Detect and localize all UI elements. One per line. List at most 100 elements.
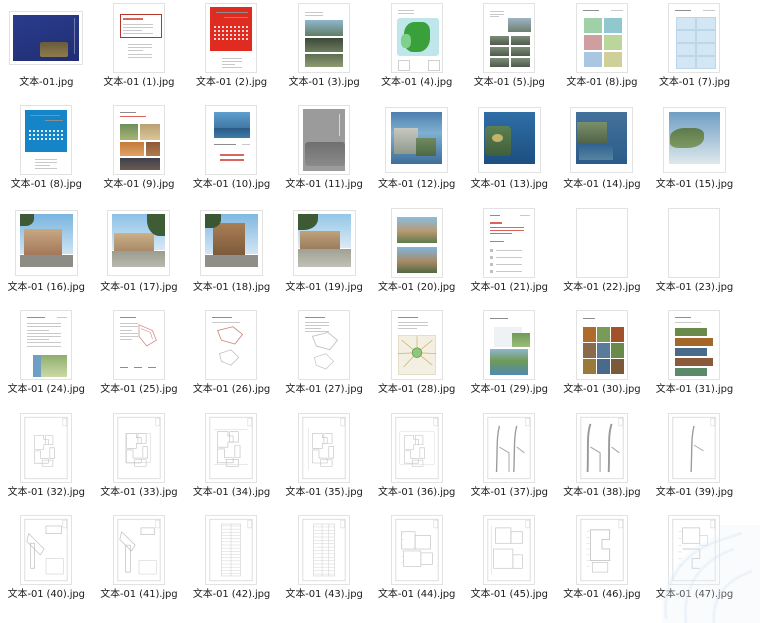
- file-item[interactable]: 文本-01 (9).jpg: [93, 102, 186, 204]
- file-item[interactable]: 文本-01 (30).jpg: [556, 307, 649, 409]
- file-item[interactable]: 文本-01 (8).jpg: [0, 102, 93, 204]
- file-thumbnail[interactable]: [565, 3, 639, 73]
- file-thumbnail[interactable]: [380, 514, 454, 585]
- file-item[interactable]: 文本-01 (20).jpg: [370, 205, 463, 307]
- file-thumbnail[interactable]: [657, 105, 731, 175]
- file-thumbnail[interactable]: [9, 3, 84, 73]
- file-thumbnail[interactable]: [102, 310, 176, 381]
- file-item[interactable]: 文本-01 (4).jpg: [370, 0, 463, 102]
- file-thumbnail[interactable]: [9, 105, 83, 176]
- file-item[interactable]: 文本-01 (25).jpg: [93, 307, 186, 409]
- file-item[interactable]: 文本-01 (7).jpg: [648, 0, 741, 102]
- file-item[interactable]: 文本-01 (2).jpg: [185, 0, 278, 102]
- file-item[interactable]: 文本-01 (10).jpg: [185, 102, 278, 204]
- file-thumbnail[interactable]: [102, 208, 176, 278]
- file-thumbnail[interactable]: [287, 310, 361, 381]
- file-item[interactable]: 文本-01 (11).jpg: [278, 102, 371, 204]
- file-thumbnail[interactable]: [194, 514, 268, 585]
- file-thumbnail[interactable]: [194, 105, 268, 176]
- file-thumbnail[interactable]: [472, 514, 546, 585]
- file-item[interactable]: 文本-01 (3).jpg: [278, 0, 371, 102]
- file-item[interactable]: 文本-01 (12).jpg: [370, 102, 463, 204]
- file-thumbnail[interactable]: [102, 105, 176, 176]
- file-item[interactable]: 文本-01 (45).jpg: [463, 512, 556, 614]
- file-item[interactable]: 文本-01 (31).jpg: [648, 307, 741, 409]
- file-item[interactable]: 文本-01 (23).jpg: [648, 205, 741, 307]
- file-item[interactable]: 文本-01 (33).jpg: [93, 410, 186, 512]
- file-item[interactable]: 文本-01 (17).jpg: [93, 205, 186, 307]
- file-item[interactable]: 文本-01 (39).jpg: [648, 410, 741, 512]
- file-thumbnail[interactable]: [472, 105, 546, 175]
- file-thumbnail[interactable]: [287, 105, 361, 176]
- file-item[interactable]: 文本-01 (15).jpg: [648, 102, 741, 204]
- file-item[interactable]: 文本-01 (18).jpg: [185, 205, 278, 307]
- file-thumbnail[interactable]: [9, 514, 83, 585]
- file-thumbnail[interactable]: [565, 207, 639, 278]
- file-item[interactable]: 文本-01 (13).jpg: [463, 102, 556, 204]
- file-thumbnail[interactable]: [194, 3, 268, 73]
- file-thumbnail[interactable]: [657, 207, 731, 278]
- file-thumbnail[interactable]: [287, 208, 361, 278]
- file-item[interactable]: 文本-01 (34).jpg: [185, 410, 278, 512]
- thumbnail-preview: [668, 310, 721, 381]
- file-thumbnail[interactable]: [472, 207, 546, 278]
- file-thumbnail[interactable]: [380, 310, 454, 381]
- file-thumbnail[interactable]: [380, 207, 454, 278]
- file-thumbnail[interactable]: [380, 105, 454, 175]
- file-thumbnail[interactable]: [287, 412, 361, 483]
- file-thumbnail[interactable]: [565, 105, 639, 175]
- file-thumbnail[interactable]: [9, 412, 83, 483]
- file-item[interactable]: 文本-01 (27).jpg: [278, 307, 371, 409]
- file-name-label: 文本-01 (29).jpg: [470, 384, 548, 396]
- file-item[interactable]: 文本-01 (21).jpg: [463, 205, 556, 307]
- file-item[interactable]: 文本-01 (47).jpg: [648, 512, 741, 614]
- file-item[interactable]: 文本-01 (24).jpg: [0, 307, 93, 409]
- file-thumbnail[interactable]: [9, 310, 83, 381]
- file-item[interactable]: 文本-01 (28).jpg: [370, 307, 463, 409]
- file-thumbnail[interactable]: [194, 310, 268, 381]
- file-thumbnail[interactable]: [194, 208, 268, 278]
- file-item[interactable]: 文本-01 (14).jpg: [556, 102, 649, 204]
- file-item[interactable]: 文本-01 (26).jpg: [185, 307, 278, 409]
- file-item[interactable]: 文本-01 (29).jpg: [463, 307, 556, 409]
- file-thumbnail[interactable]: [657, 310, 731, 381]
- file-item[interactable]: 文本-01 (38).jpg: [556, 410, 649, 512]
- file-thumbnail[interactable]: [9, 208, 83, 278]
- file-thumbnail[interactable]: [102, 3, 176, 73]
- file-thumbnail[interactable]: [565, 514, 639, 585]
- thumbnail-preview: [298, 105, 351, 176]
- file-item[interactable]: 文本-01 (22).jpg: [556, 205, 649, 307]
- file-item[interactable]: 文本-01 (46).jpg: [556, 512, 649, 614]
- file-thumbnail[interactable]: [102, 412, 176, 483]
- file-item[interactable]: 文本-01 (1).jpg: [93, 0, 186, 102]
- file-item[interactable]: 文本-01 (42).jpg: [185, 512, 278, 614]
- file-item[interactable]: 文本-01 (19).jpg: [278, 205, 371, 307]
- file-thumbnail[interactable]: [380, 412, 454, 483]
- file-thumbnail[interactable]: [194, 412, 268, 483]
- file-item[interactable]: 文本-01 (8).jpg: [556, 0, 649, 102]
- file-name-label: 文本-01 (10).jpg: [192, 179, 271, 191]
- file-item[interactable]: 文本-01 (16).jpg: [0, 205, 93, 307]
- file-thumbnail[interactable]: [472, 310, 546, 381]
- file-thumbnail[interactable]: [565, 412, 639, 483]
- file-item[interactable]: 文本-01 (32).jpg: [0, 410, 93, 512]
- file-thumbnail[interactable]: [657, 514, 731, 585]
- file-item[interactable]: 文本-01 (41).jpg: [93, 512, 186, 614]
- file-thumbnail[interactable]: [472, 412, 546, 483]
- file-item[interactable]: 文本-01 (35).jpg: [278, 410, 371, 512]
- file-thumbnail[interactable]: [472, 3, 546, 73]
- file-item[interactable]: 文本-01 (36).jpg: [370, 410, 463, 512]
- file-item[interactable]: 文本-01 (40).jpg: [0, 512, 93, 614]
- file-item[interactable]: 文本-01 (44).jpg: [370, 512, 463, 614]
- file-thumbnail[interactable]: [287, 514, 361, 585]
- file-thumbnail[interactable]: [565, 310, 639, 381]
- file-thumbnail[interactable]: [657, 412, 731, 483]
- file-thumbnail[interactable]: [657, 3, 731, 73]
- file-thumbnail[interactable]: [102, 514, 176, 585]
- file-item[interactable]: 文本-01 (37).jpg: [463, 410, 556, 512]
- file-item[interactable]: 文本-01 (5).jpg: [463, 0, 556, 102]
- file-item[interactable]: 文本-01 (43).jpg: [278, 512, 371, 614]
- file-thumbnail[interactable]: [287, 3, 361, 73]
- file-thumbnail[interactable]: [380, 3, 454, 73]
- file-item[interactable]: 文本-01.jpg: [0, 0, 93, 102]
